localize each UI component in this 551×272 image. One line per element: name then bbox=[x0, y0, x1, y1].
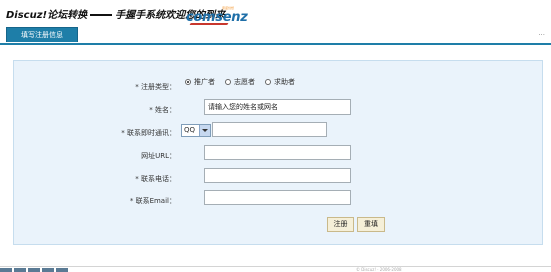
radio-seeker[interactable]: 求助者 bbox=[265, 77, 295, 87]
title-dash bbox=[90, 14, 113, 16]
im-type-value: QQ bbox=[184, 126, 196, 134]
footer-blocks bbox=[0, 268, 70, 272]
url-input[interactable] bbox=[204, 145, 351, 160]
radio-seeker-label: 求助者 bbox=[274, 78, 295, 86]
footer-text: © Discuz! · 2006-2008 bbox=[356, 267, 402, 272]
more-icon[interactable]: ... bbox=[538, 29, 545, 37]
tab-bar: 填写注册信息 ... bbox=[0, 27, 551, 45]
email-input[interactable] bbox=[204, 190, 351, 205]
name-input[interactable]: 请输入您的姓名或网名 bbox=[204, 99, 351, 115]
submit-button[interactable]: 注册 bbox=[327, 217, 354, 232]
comsenz-logo: 康盛创想 comsenz bbox=[186, 6, 248, 26]
name-label: * 姓名： bbox=[149, 106, 176, 114]
footer-block bbox=[28, 268, 40, 272]
footer-block bbox=[0, 268, 12, 272]
phone-label: * 联系电话： bbox=[135, 175, 176, 183]
phone-input[interactable] bbox=[204, 168, 351, 183]
im-label: * 联系即时通讯： bbox=[121, 129, 176, 137]
radio-promoter-dot[interactable] bbox=[185, 79, 191, 85]
footer-block bbox=[14, 268, 26, 272]
chevron-down-icon[interactable] bbox=[199, 125, 210, 136]
radio-promoter-label: 推广者 bbox=[194, 78, 215, 86]
app-title-left: Discuz!论坛转换 bbox=[6, 10, 88, 21]
email-label: * 联系Email： bbox=[129, 197, 176, 205]
footer-block bbox=[42, 268, 54, 272]
radio-volunteer-label: 志愿者 bbox=[234, 78, 255, 86]
footer-divider bbox=[0, 266, 551, 267]
radio-promoter[interactable]: 推广者 bbox=[185, 77, 215, 87]
url-label: 网址URL： bbox=[141, 152, 176, 160]
radio-seeker-dot[interactable] bbox=[265, 79, 271, 85]
radio-volunteer[interactable]: 志愿者 bbox=[225, 77, 255, 87]
im-account-input[interactable] bbox=[212, 122, 327, 137]
footer: © Discuz! · 2006-2008 bbox=[0, 264, 551, 272]
tab-register-info[interactable]: 填写注册信息 bbox=[6, 27, 78, 42]
im-type-select[interactable]: QQ bbox=[181, 124, 211, 137]
radio-volunteer-dot[interactable] bbox=[225, 79, 231, 85]
type-label: * 注册类型： bbox=[135, 83, 176, 91]
header: Discuz!论坛转换 手握手系统欢迎您的到来 康盛创想 comsenz bbox=[0, 0, 551, 30]
footer-block bbox=[56, 268, 68, 272]
reset-button[interactable]: 重填 bbox=[357, 217, 385, 232]
type-radio-group: 推广者 志愿者 求助者 bbox=[185, 77, 305, 87]
logo-swoosh bbox=[189, 23, 229, 25]
